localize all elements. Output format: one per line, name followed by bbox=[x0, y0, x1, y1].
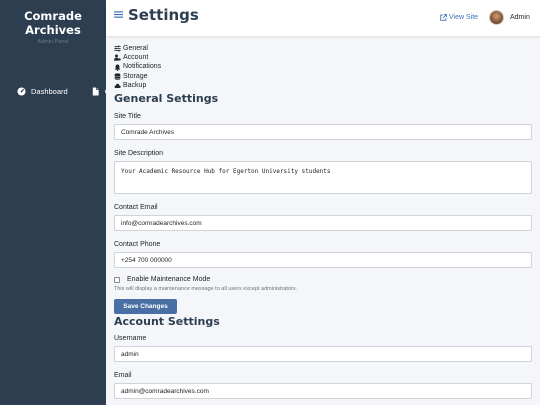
contact-phone-input[interactable]: +254 700 000000 bbox=[114, 252, 532, 269]
file-icon bbox=[92, 87, 99, 96]
contact-email-label: Contact Email bbox=[114, 204, 158, 212]
top-bar: Settings View Site Admin bbox=[106, 0, 540, 37]
user-gear-icon bbox=[114, 54, 121, 61]
maintenance-mode-row: Enable Maintenance Mode bbox=[114, 276, 532, 283]
site-description-label: Site Description bbox=[114, 150, 164, 158]
maintenance-mode-checkbox[interactable] bbox=[114, 276, 120, 283]
avatar[interactable] bbox=[489, 10, 504, 25]
site-description-textarea[interactable]: Your Academic Resource Hub for Egerton U… bbox=[114, 161, 532, 195]
sliders-icon bbox=[114, 45, 121, 52]
sidebar-item-dashboard[interactable]: Dashboard bbox=[17, 87, 68, 96]
subnav-label: Account bbox=[123, 54, 149, 62]
sidebar-item-label: C bbox=[105, 87, 106, 96]
cloud-icon bbox=[114, 83, 121, 88]
user-name[interactable]: Admin bbox=[510, 14, 530, 21]
maintenance-help-text: This will display a maintenance message … bbox=[114, 286, 298, 293]
general-settings-heading: General Settings bbox=[114, 92, 219, 106]
subnav-item-notifications[interactable]: Notifications bbox=[114, 62, 532, 71]
brand[interactable]: Comrade Archives Admin Panel bbox=[0, 0, 106, 45]
subnav-item-account[interactable]: Account bbox=[114, 53, 532, 62]
subnav-label: Backup bbox=[123, 81, 147, 89]
account-settings-heading: Account Settings bbox=[114, 315, 220, 329]
view-site-label: View Site bbox=[449, 14, 479, 21]
gauge-icon bbox=[17, 87, 26, 96]
menu-icon[interactable] bbox=[114, 10, 123, 19]
sidebar-item-label: Dashboard bbox=[31, 87, 68, 96]
page-title: Settings bbox=[128, 6, 199, 24]
sidebar-item-files[interactable]: C bbox=[91, 87, 106, 96]
subnav-item-general[interactable]: General bbox=[114, 44, 532, 53]
brand-subtitle: Admin Panel bbox=[37, 39, 69, 45]
username-input[interactable]: admin bbox=[114, 346, 532, 363]
sidebar: Comrade Archives Admin Panel Dashboard C bbox=[0, 0, 106, 405]
external-link-icon bbox=[440, 14, 447, 21]
site-title-label: Site Title bbox=[114, 113, 141, 121]
subnav-item-storage[interactable]: Storage bbox=[114, 72, 532, 81]
contact-phone-label: Contact Phone bbox=[114, 241, 161, 249]
subnav-label: General bbox=[123, 45, 148, 52]
username-label: Username bbox=[114, 335, 147, 343]
save-changes-button[interactable]: Save Changes bbox=[114, 299, 177, 315]
account-email-input[interactable]: admin@comradearchives.com bbox=[114, 383, 532, 400]
subnav-label: Storage bbox=[123, 72, 148, 80]
maintenance-mode-label[interactable]: Enable Maintenance Mode bbox=[127, 276, 210, 283]
view-site-link[interactable]: View Site bbox=[440, 14, 478, 21]
sidebar-nav: Dashboard C bbox=[0, 87, 106, 96]
subnav-item-backup[interactable]: Backup bbox=[114, 81, 532, 90]
contact-email-input[interactable]: info@comradearchives.com bbox=[114, 215, 532, 232]
brand-title: Comrade Archives bbox=[24, 9, 82, 37]
bell-icon bbox=[114, 64, 121, 71]
settings-subnav: General Account Notifications Storage Ba… bbox=[114, 44, 532, 90]
subnav-label: Notifications bbox=[123, 63, 162, 71]
site-title-input[interactable]: Comrade Archives bbox=[114, 124, 532, 141]
database-icon bbox=[114, 73, 121, 80]
main-content: General Account Notifications Storage Ba… bbox=[114, 44, 532, 400]
account-email-label: Email bbox=[114, 372, 132, 380]
